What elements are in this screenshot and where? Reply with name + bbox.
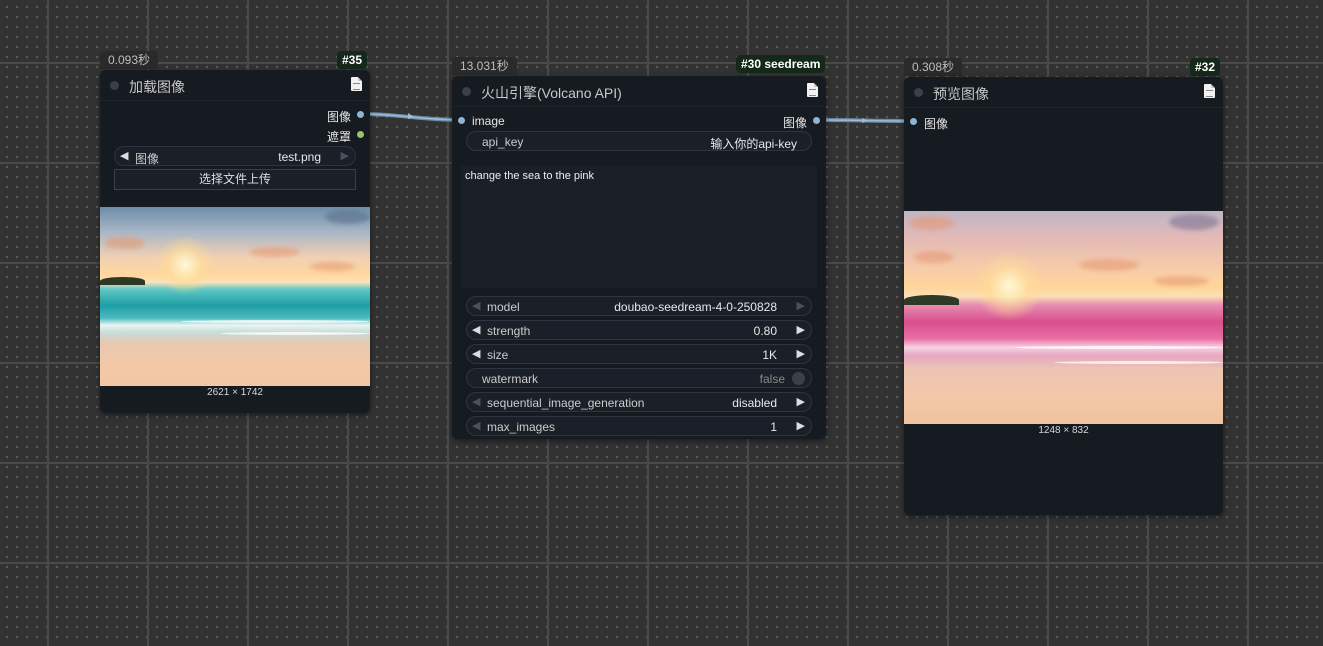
arrow-left-icon[interactable]: ◀	[472, 395, 480, 408]
volcano-api-node[interactable]: 火山引擎(Volcano API) image 图像 api_key 输入你的a…	[452, 76, 826, 439]
node-header[interactable]: 加载图像	[100, 70, 370, 101]
widget-value: doubao-seedream-4-0-250828	[614, 300, 777, 314]
execution-timer: 0.093秒	[100, 51, 159, 69]
image-dimensions: 1248 × 832	[1038, 425, 1089, 436]
arrow-right-icon[interactable]: ▶	[797, 299, 805, 312]
widget-label: strength	[487, 324, 531, 338]
image-dimensions: 2621 × 1742	[207, 387, 263, 398]
arrow-left-icon[interactable]: ◀	[120, 149, 128, 162]
toggle-knob[interactable]	[792, 372, 805, 385]
max-images-number[interactable]: ◀ max_images 1 ▶	[466, 416, 812, 436]
output-image-label: 图像	[326, 110, 351, 124]
api-key-field[interactable]: api_key 输入你的api-key	[466, 131, 812, 151]
prompt-textarea[interactable]: change the sea to the pink	[461, 166, 817, 288]
node-id-badge: #30 seedream	[736, 55, 826, 73]
size-combo[interactable]: ◀ size 1K ▶	[466, 344, 812, 364]
node-title: 火山引擎(Volcano API)	[481, 85, 622, 101]
loaded-image	[100, 207, 370, 386]
collapse-dot[interactable]	[914, 88, 923, 97]
widget-value: 1K	[762, 348, 777, 362]
widget-value: disabled	[732, 396, 777, 410]
widget-label: sequential_image_generation	[487, 396, 645, 410]
input-image-port[interactable]	[458, 117, 465, 124]
widget-label: model	[487, 300, 520, 314]
load-image-node[interactable]: 加载图像 图像 遮罩 ◀ 图像 test.png ▶ 选择文件上传 2621 ×…	[100, 70, 370, 413]
document-icon[interactable]	[351, 77, 362, 91]
node-id-badge: #32	[1190, 58, 1221, 76]
node-header[interactable]: 预览图像	[904, 77, 1223, 108]
arrow-right-icon[interactable]: ▶	[797, 419, 805, 432]
preview-image	[904, 211, 1223, 424]
input-image-label: image	[472, 114, 505, 128]
node-title: 加载图像	[129, 79, 185, 95]
execution-timer: 13.031秒	[452, 57, 517, 75]
collapse-dot[interactable]	[462, 87, 471, 96]
widget-value: test.png	[278, 150, 321, 164]
arrow-right-icon[interactable]: ▶	[341, 149, 349, 162]
widget-label: api_key	[482, 135, 524, 149]
widget-label: watermark	[482, 372, 539, 386]
widget-label: max_images	[487, 420, 556, 434]
widget-label: size	[487, 348, 509, 362]
collapse-dot[interactable]	[110, 81, 119, 90]
node-id-badge: #35	[337, 51, 368, 69]
arrow-right-icon[interactable]: ▶	[797, 347, 805, 360]
sequential-generation-combo[interactable]: ◀ sequential_image_generation disabled ▶	[466, 392, 812, 412]
image-select-widget[interactable]: ◀ 图像 test.png ▶	[114, 146, 356, 166]
widget-value: 1	[770, 420, 777, 434]
arrow-right-icon[interactable]: ▶	[797, 395, 805, 408]
execution-timer: 0.308秒	[904, 58, 963, 76]
node-header[interactable]: 火山引擎(Volcano API)	[452, 76, 826, 107]
widget-value: false	[759, 372, 785, 386]
widget-value: 0.80	[753, 324, 777, 338]
watermark-toggle[interactable]: watermark false	[466, 368, 812, 388]
upload-file-button[interactable]: 选择文件上传	[114, 169, 356, 190]
output-mask-port[interactable]	[357, 131, 364, 138]
arrow-left-icon[interactable]: ◀	[472, 347, 480, 360]
document-icon[interactable]	[807, 83, 818, 97]
strength-number[interactable]: ◀ strength 0.80 ▶	[466, 320, 812, 340]
arrow-left-icon[interactable]: ◀	[472, 299, 480, 312]
arrow-left-icon[interactable]: ◀	[472, 323, 480, 336]
output-image-label: 图像	[782, 116, 807, 130]
widget-label: 图像	[135, 152, 160, 166]
arrow-right-icon[interactable]: ▶	[797, 323, 805, 336]
document-icon[interactable]	[1204, 84, 1215, 98]
input-image-port[interactable]	[910, 118, 917, 125]
input-image-label: 图像	[924, 117, 949, 131]
output-image-port[interactable]	[357, 111, 364, 118]
node-title: 预览图像	[933, 86, 989, 102]
widget-value: 输入你的api-key	[710, 137, 797, 151]
arrow-left-icon[interactable]: ◀	[472, 419, 480, 432]
model-combo[interactable]: ◀ model doubao-seedream-4-0-250828 ▶	[466, 296, 812, 316]
output-mask-label: 遮罩	[326, 130, 351, 144]
output-image-port[interactable]	[813, 117, 820, 124]
preview-image-node[interactable]: 预览图像 图像 1248 × 832	[904, 77, 1223, 515]
